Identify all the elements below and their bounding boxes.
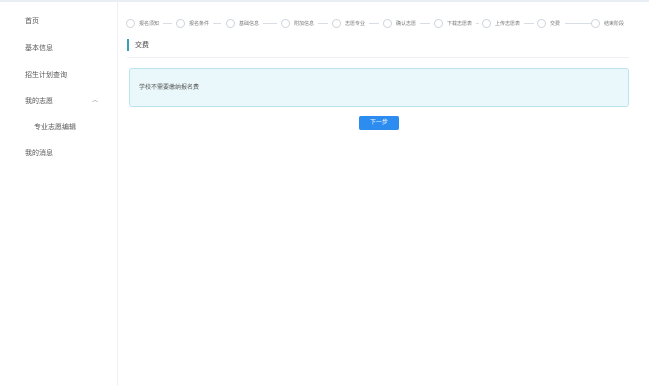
sidebar-item-label: 我的志愿 (25, 97, 53, 105)
sidebar-item-my-choices[interactable]: 我的志愿 ︿ (0, 88, 117, 114)
step-label: 报名须知 (139, 20, 160, 27)
sidebar-item-label: 招生计划查询 (25, 71, 67, 79)
sidebar-item-major-edit[interactable]: 专业志愿编辑 (0, 114, 117, 140)
sidebar: 首页 基本信息 招生计划查询 我的志愿 ︿ 专业志愿编辑 我的消息 (0, 2, 118, 385)
step-circle-icon (332, 18, 341, 28)
sidebar-item-messages[interactable]: 我的消息 (0, 140, 117, 166)
step-connector (163, 23, 172, 24)
step-5[interactable]: 志愿专业 (332, 16, 365, 30)
sidebar-item-label: 基本信息 (25, 44, 53, 52)
step-label: 确认志愿 (396, 20, 417, 27)
step-label: 下载志愿表 (447, 20, 473, 27)
next-step-button[interactable]: 下一步 (359, 116, 399, 130)
step-6[interactable]: 确认志愿 (383, 16, 416, 30)
step-1[interactable]: 报名须知 (126, 16, 159, 30)
step-label: 报名条件 (189, 20, 210, 27)
step-label: 基础信息 (239, 20, 260, 27)
step-connector (524, 23, 534, 24)
step-connector (420, 23, 430, 24)
payment-notice: 学校不需要缴纳报名费 (129, 68, 629, 107)
step-circle-icon (226, 18, 235, 28)
step-connector (565, 23, 591, 24)
step-connector (318, 23, 328, 24)
step-8[interactable]: 上传志愿表 (482, 16, 520, 30)
step-connector (369, 23, 379, 24)
step-10[interactable]: 结束阶段 (591, 16, 624, 30)
step-circle-icon (482, 18, 491, 28)
sidebar-item-label: 我的消息 (25, 149, 53, 157)
step-circle-icon (434, 18, 443, 28)
step-circle-icon (591, 18, 600, 28)
chevron-up-icon: ︿ (92, 97, 99, 104)
step-label: 志愿专业 (345, 20, 366, 27)
step-connector (476, 23, 479, 24)
step-9[interactable]: 交费 (537, 16, 560, 30)
step-label: 附加信息 (294, 20, 315, 27)
step-circle-icon (126, 18, 135, 28)
step-label: 交费 (550, 20, 561, 27)
notice-text: 学校不需要缴纳报名费 (139, 84, 200, 91)
divider (127, 57, 629, 58)
step-circle-icon (176, 18, 185, 28)
step-circle-icon (383, 18, 392, 28)
sidebar-item-label: 专业志愿编辑 (34, 123, 76, 131)
step-label: 上传志愿表 (495, 20, 521, 27)
step-label: 结束阶段 (604, 20, 625, 27)
step-circle-icon (281, 18, 290, 28)
step-connector (263, 23, 277, 24)
step-7[interactable]: 下载志愿表 (434, 16, 472, 30)
step-3[interactable]: 基础信息 (226, 16, 259, 30)
step-4[interactable]: 附加信息 (281, 16, 314, 30)
sidebar-item-home[interactable]: 首页 (0, 8, 117, 34)
step-circle-icon (537, 18, 546, 28)
step-progress: 报名须知 报名条件 基础信息 附加信息 志愿专业 确认志愿 下载志愿表 上传志愿… (126, 16, 636, 30)
sidebar-item-basic-info[interactable]: 基本信息 (0, 35, 117, 61)
sidebar-item-label: 首页 (25, 17, 39, 25)
section-title: 交费 (127, 39, 149, 51)
step-2[interactable]: 报名条件 (176, 16, 209, 30)
sidebar-item-enrollment-plan[interactable]: 招生计划查询 (0, 62, 117, 88)
step-connector (213, 23, 221, 24)
